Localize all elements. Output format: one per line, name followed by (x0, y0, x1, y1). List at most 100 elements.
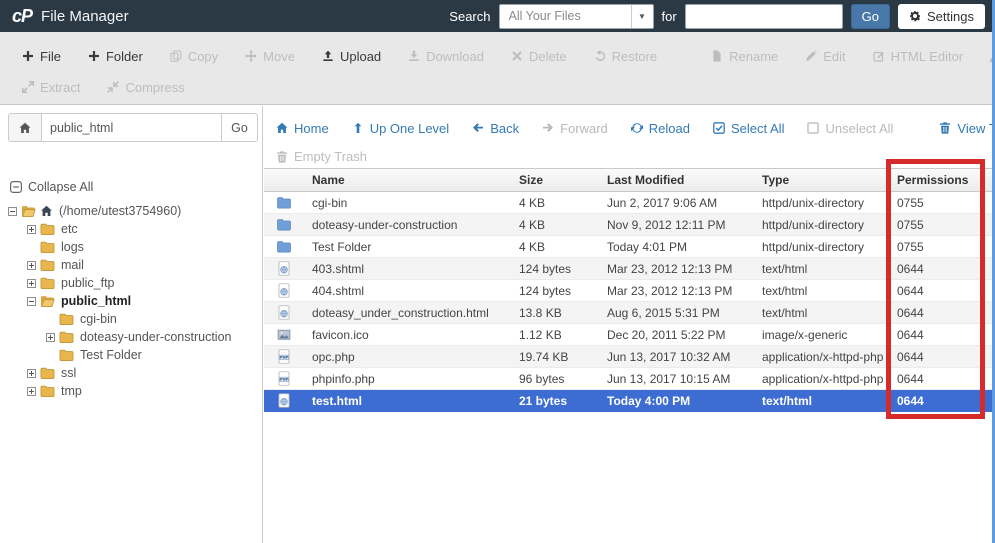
cell-modified: Jun 13, 2017 10:32 AM (599, 350, 754, 364)
column-header-last-modified[interactable]: Last Modified (599, 173, 754, 187)
cell-perms: 0755 (889, 196, 995, 210)
cell-size: 1.12 KB (511, 328, 599, 342)
expander-plus-icon[interactable] (27, 369, 36, 378)
tree-item-tmp[interactable]: tmp (0, 382, 262, 400)
column-header-size[interactable]: Size (511, 173, 599, 187)
svg-text:PHP: PHP (280, 356, 289, 360)
tree-item-label: etc (59, 222, 78, 236)
path-go-button[interactable]: Go (222, 113, 258, 142)
gear-icon (909, 10, 921, 22)
file-type-icon-cell: PHP (264, 371, 304, 386)
search-input[interactable] (685, 4, 843, 29)
cell-name: 403.shtml (304, 262, 511, 276)
expander-minus-icon[interactable] (8, 207, 17, 216)
table-row-selected[interactable]: test.html21 bytesToday 4:00 PMtext/html0… (264, 390, 995, 412)
column-header-name[interactable]: Name (304, 173, 511, 187)
file-type-icon-cell (264, 327, 304, 342)
table-row[interactable]: 404.shtml124 bytesMar 23, 2012 12:13 PMt… (264, 280, 995, 302)
expander-minus-icon[interactable] (27, 297, 36, 306)
tree-item-public-html[interactable]: public_html (0, 292, 262, 310)
html-editor-icon (873, 50, 885, 62)
tree-item-logs[interactable]: logs (0, 238, 262, 256)
cell-modified: Jun 2, 2017 9:06 AM (599, 196, 754, 210)
cell-perms: 0755 (889, 240, 995, 254)
table-row[interactable]: cgi-bin4 KBJun 2, 2017 9:06 AMhttpd/unix… (264, 192, 995, 214)
folder-open-icon (21, 205, 36, 217)
for-label: for (662, 9, 677, 24)
settings-button[interactable]: Settings (898, 4, 985, 29)
folder-icon (40, 277, 55, 289)
table-row[interactable]: PHPopc.php19.74 KBJun 13, 2017 10:32 AMa… (264, 346, 995, 368)
tree-item-etc[interactable]: etc (0, 220, 262, 238)
folder-blue-icon (277, 239, 291, 254)
expander-plus-icon[interactable] (27, 225, 36, 234)
expander-plus-icon[interactable] (27, 279, 36, 288)
folder-icon (59, 331, 74, 343)
expander-plus-icon[interactable] (46, 333, 55, 342)
collapse-all-button[interactable]: Collapse All (10, 180, 93, 194)
app-header: cP File Manager Search All Your Files ▼ … (0, 0, 995, 32)
toolbar-folder-button[interactable]: Folder (88, 49, 143, 64)
nav-reload-link[interactable]: Reload (631, 121, 690, 136)
search-go-button[interactable]: Go (851, 4, 890, 29)
table-row[interactable]: doteasy-under-construction4 KBNov 9, 201… (264, 214, 995, 236)
path-input[interactable] (42, 113, 222, 142)
table-row[interactable]: PHPphpinfo.php96 bytesJun 13, 2017 10:15… (264, 368, 995, 390)
table-row[interactable]: 403.shtml124 bytesMar 23, 2012 12:13 PMt… (264, 258, 995, 280)
column-header-permissions[interactable]: Permissions (889, 173, 995, 187)
tree-item-public-ftp[interactable]: public_ftp (0, 274, 262, 292)
file-html-icon (277, 393, 291, 408)
left-arrow-icon (472, 122, 484, 134)
table-row[interactable]: doteasy_under_construction.html13.8 KBAu… (264, 302, 995, 324)
home-icon (19, 122, 31, 134)
cell-name: phpinfo.php (304, 372, 511, 386)
toolbar-button-label: Folder (106, 49, 143, 64)
nav-link-label: Up One Level (370, 121, 450, 136)
cell-perms: 0755 (889, 218, 995, 232)
file-type-icon-cell (264, 217, 304, 232)
download-icon (408, 50, 420, 62)
nav-home-link[interactable]: Home (276, 121, 329, 136)
expander-plus-icon[interactable] (27, 387, 36, 396)
nav-select-all-link[interactable]: Select All (713, 121, 784, 136)
nav-forward-link: Forward (542, 121, 608, 136)
tree-item-mail[interactable]: mail (0, 256, 262, 274)
tree-item-doteasy-under-construction[interactable]: doteasy-under-construction (0, 328, 262, 346)
cell-type: httpd/unix-directory (754, 196, 889, 210)
folder-icon (40, 367, 55, 379)
file-php-icon: PHP (277, 371, 291, 386)
column-header-type[interactable]: Type (754, 173, 889, 187)
nav-back-link[interactable]: Back (472, 121, 519, 136)
toolbar-copy-button: Copy (170, 49, 218, 64)
expander-plus-icon[interactable] (27, 261, 36, 270)
trash-icon (939, 122, 951, 134)
cell-perms: 0644 (889, 262, 995, 276)
search-label: Search (449, 9, 490, 24)
cell-name: Test Folder (304, 240, 511, 254)
tree-item-home-utest3754960[interactable]: (/home/utest3754960) (0, 202, 262, 220)
file-table: NameSizeLast ModifiedTypePermissions cgi-… (264, 168, 995, 412)
cell-name: doteasy-under-construction (304, 218, 511, 232)
nav-link-label: View Trash (957, 121, 995, 136)
cell-name: 404.shtml (304, 284, 511, 298)
plus-icon (22, 50, 34, 62)
nav-up-one-level-link[interactable]: Up One Level (352, 121, 450, 136)
cell-modified: Mar 23, 2012 12:13 PM (599, 284, 754, 298)
toolbar-button-label: Edit (823, 49, 845, 64)
tree-item-cgi-bin[interactable]: cgi-bin (0, 310, 262, 328)
tree-item-ssl[interactable]: ssl (0, 364, 262, 382)
cell-type: text/html (754, 394, 889, 408)
home-directory-button[interactable] (8, 113, 42, 142)
tree-item-test-folder[interactable]: Test Folder (0, 346, 262, 364)
toolbar-upload-button[interactable]: Upload (322, 49, 381, 64)
table-row[interactable]: Test Folder4 KBToday 4:01 PMhttpd/unix-d… (264, 236, 995, 258)
folder-icon (40, 259, 55, 271)
nav-view-trash-link[interactable]: View Trash (939, 121, 995, 136)
up-arrow-icon (352, 122, 364, 134)
search-scope-select[interactable]: All Your Files ▼ (499, 4, 654, 29)
settings-label: Settings (927, 9, 974, 24)
toolbar-file-button[interactable]: File (22, 49, 61, 64)
edit-icon (805, 50, 817, 62)
table-row[interactable]: favicon.ico1.12 KBDec 20, 2011 5:22 PMim… (264, 324, 995, 346)
file-php-icon: PHP (277, 349, 291, 364)
